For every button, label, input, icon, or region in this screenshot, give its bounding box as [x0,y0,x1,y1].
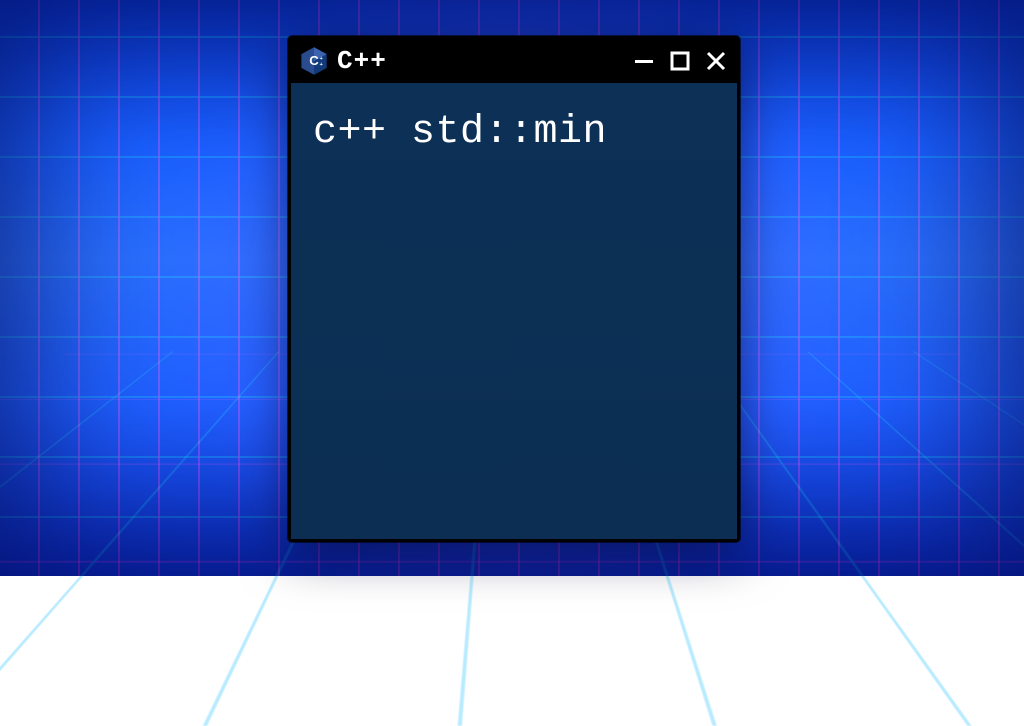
minimize-button[interactable] [631,48,657,74]
svg-text:C: C [309,53,319,68]
terminal-window: C + + C++ [288,36,740,542]
close-button[interactable] [703,48,729,74]
svg-text:+: + [320,62,323,68]
cpp-logo-icon: C + + [299,46,329,76]
window-controls [631,48,729,74]
terminal-content[interactable]: c++ std::min [291,83,737,539]
window-title: C++ [337,46,387,76]
svg-text:+: + [320,56,323,62]
titlebar[interactable]: C + + C++ [291,39,737,83]
close-icon [705,50,727,72]
maximize-button[interactable] [667,48,693,74]
minimize-icon [633,50,655,72]
maximize-icon [670,51,690,71]
terminal-line: c++ std::min [313,109,715,157]
